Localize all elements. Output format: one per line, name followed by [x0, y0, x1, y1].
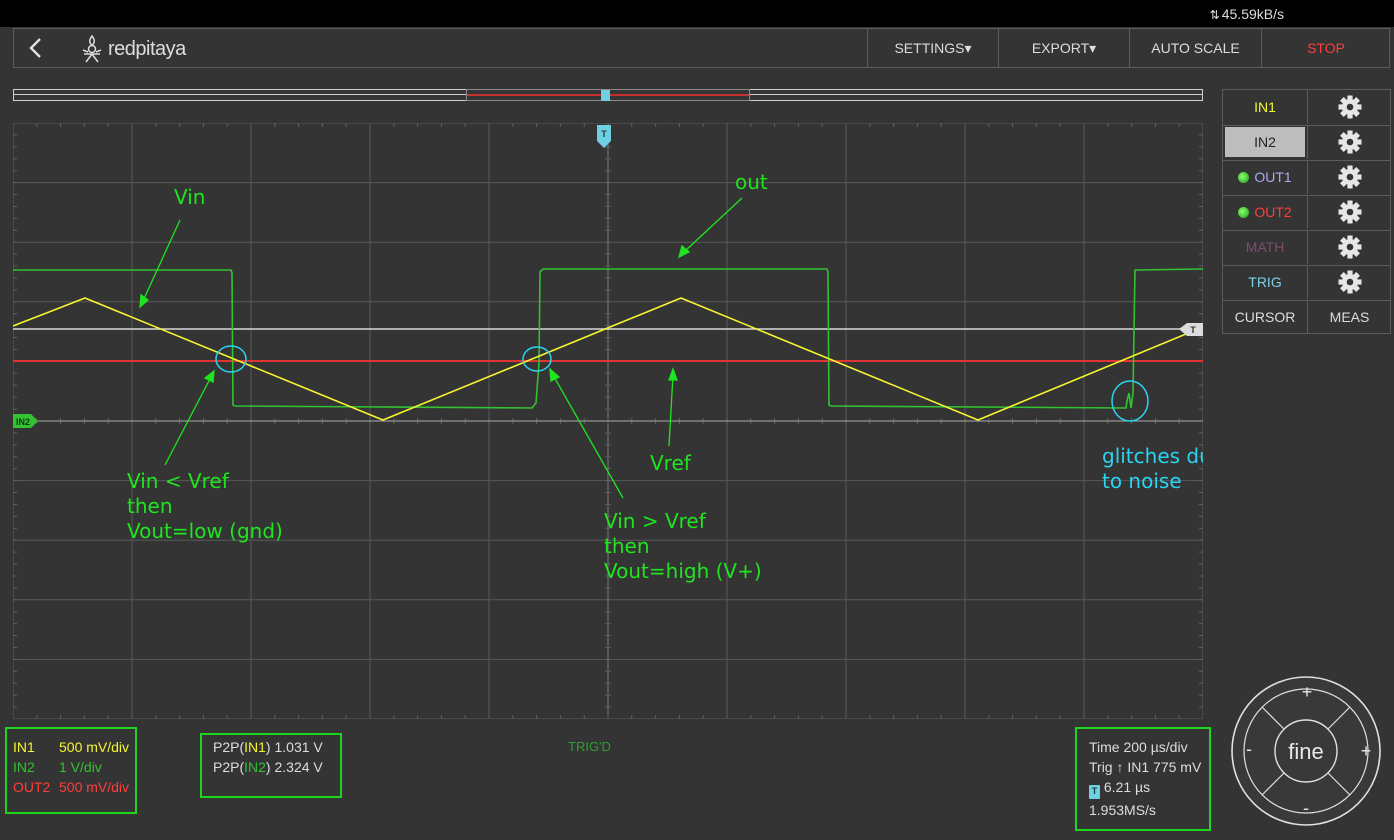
annotation-vin: Vin — [174, 185, 205, 209]
buffer-timeline[interactable] — [13, 89, 1203, 101]
back-button[interactable] — [24, 34, 48, 62]
gear-icon — [1338, 95, 1361, 119]
math-button[interactable]: MATH — [1223, 230, 1307, 264]
timebase-sample-rate: 1.953MS/s — [1089, 802, 1156, 818]
status-bar: ⇅ 45.59kB/s — [0, 0, 1394, 27]
redpitaya-logo: redpitaya — [80, 33, 186, 65]
annotation-low-line3: Vout=low (gnd) — [127, 519, 283, 543]
transfer-rate: ⇅ 45.59kB/s — [1209, 6, 1284, 22]
annotation-low-line2: then — [127, 494, 173, 518]
dial-left-minus[interactable]: - — [1246, 739, 1252, 759]
scale-in2-label: IN2 — [13, 759, 35, 775]
timeline-trigger-marker[interactable] — [601, 90, 610, 101]
settings-button[interactable]: SETTINGS▾ — [867, 29, 998, 67]
math-settings-button[interactable] — [1307, 230, 1391, 264]
scale-out2-value: 500 mV/div — [59, 779, 130, 795]
measurement-p2p-in2: P2P(IN2) 2.324 V — [213, 759, 323, 775]
channel-panel: IN1 IN2 OUT1 OUT2 MATH TRIG CURSOR MEAS — [1222, 89, 1391, 334]
out2-button[interactable]: OUT2 — [1223, 195, 1307, 229]
channel-row-in2: IN2 — [1223, 125, 1390, 161]
dropdown-caret-icon: ▾ — [1089, 40, 1097, 56]
svg-text:T: T — [601, 129, 607, 139]
channel-scale-box: IN1 500 mV/div IN2 1 V/div OUT2 500 mV/d… — [5, 727, 137, 814]
output-enabled-led-icon — [1238, 207, 1250, 218]
timebase-offset: T 6.21 µs — [1089, 779, 1150, 799]
gear-icon — [1338, 130, 1361, 154]
trigger-marker-icon: T — [1089, 785, 1100, 799]
logo-text: redpitaya — [108, 37, 186, 60]
gear-icon — [1338, 165, 1361, 189]
oscilloscope-plot[interactable]: T T IN2 Vin out Vref Vin < Vref then Vou… — [13, 123, 1203, 719]
export-button[interactable]: EXPORT▾ — [998, 29, 1129, 67]
trig-button[interactable]: TRIG — [1223, 265, 1307, 299]
in2-settings-button[interactable] — [1307, 125, 1391, 159]
gear-icon — [1338, 235, 1361, 259]
auto-scale-button[interactable]: AUTO SCALE — [1129, 29, 1261, 67]
dial-up-plus[interactable]: + — [1302, 682, 1313, 702]
scale-in2-value: 1 V/div — [59, 759, 102, 775]
out1-settings-button[interactable] — [1307, 160, 1391, 194]
output-enabled-led-icon — [1238, 172, 1250, 183]
channel-row-out2: OUT2 — [1223, 195, 1390, 231]
scale-in1-label: IN1 — [13, 739, 35, 755]
dial-right-plus[interactable]: + — [1361, 741, 1372, 761]
channel-row-in1: IN1 — [1223, 90, 1390, 126]
app-header: redpitaya SETTINGS▾ EXPORT▾ AUTO SCALE S… — [13, 28, 1390, 68]
tool-row: CURSOR MEAS — [1223, 300, 1390, 335]
meas-button[interactable]: MEAS — [1307, 300, 1391, 334]
annotation-vref: Vref — [650, 451, 692, 475]
dial-down-minus[interactable]: - — [1303, 798, 1309, 818]
annotation-glitch-line1: glitches due — [1102, 444, 1203, 468]
chevron-left-icon — [29, 38, 41, 58]
channel-row-trig: TRIG — [1223, 265, 1390, 301]
svg-text:T: T — [1190, 325, 1196, 335]
trigger-status: TRIG'D — [568, 739, 611, 754]
redpitaya-logo-icon — [82, 34, 102, 63]
measurement-p2p-in1: P2P(IN1) 1.031 V — [213, 739, 323, 755]
gear-icon — [1338, 200, 1361, 224]
out1-button[interactable]: OUT1 — [1223, 160, 1307, 194]
timebase-time: Time 200 µs/div — [1089, 739, 1188, 755]
annotation-high-line2: then — [604, 534, 650, 558]
scale-in1-value: 500 mV/div — [59, 739, 130, 755]
dropdown-caret-icon: ▾ — [964, 40, 972, 56]
scale-out2-label: OUT2 — [13, 779, 51, 795]
channel-row-math: MATH — [1223, 230, 1390, 266]
fine-label: fine — [1288, 739, 1323, 764]
gear-icon — [1338, 270, 1361, 294]
channel-row-out1: OUT1 — [1223, 160, 1390, 196]
timebase-box: Time 200 µs/div Trig ↑ IN1 775 mV T 6.21… — [1075, 727, 1211, 831]
fine-adjust-dial[interactable]: fine + + - - — [1230, 675, 1383, 828]
in1-button[interactable]: IN1 — [1223, 90, 1307, 124]
cursor-button[interactable]: CURSOR — [1223, 300, 1307, 334]
timebase-trigger: Trig ↑ IN1 775 mV — [1089, 759, 1202, 775]
annotation-glitch-line2: to noise — [1102, 469, 1182, 493]
in2-button[interactable]: IN2 — [1225, 127, 1305, 157]
annotation-low-line1: Vin < Vref — [127, 469, 230, 493]
transfer-arrows-icon: ⇅ — [1209, 8, 1220, 22]
trig-settings-button[interactable] — [1307, 265, 1391, 299]
rising-edge-icon: ↑ — [1116, 759, 1124, 775]
svg-text:IN2: IN2 — [16, 417, 30, 427]
measurement-box: P2P(IN1) 1.031 V P2P(IN2) 2.324 V — [200, 733, 342, 798]
annotation-out: out — [735, 170, 768, 194]
stop-button[interactable]: STOP — [1261, 29, 1390, 67]
annotation-high-line1: Vin > Vref — [604, 509, 707, 533]
annotation-high-line3: Vout=high (V+) — [604, 559, 762, 583]
out2-settings-button[interactable] — [1307, 195, 1391, 229]
in1-settings-button[interactable] — [1307, 90, 1391, 124]
